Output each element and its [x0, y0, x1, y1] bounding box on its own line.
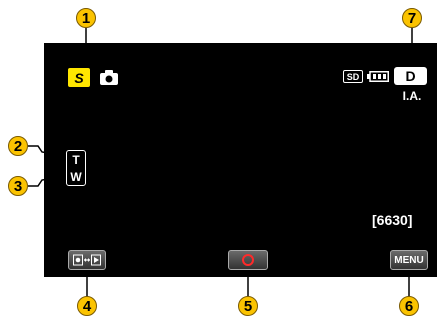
playback-switch-icon	[73, 254, 101, 266]
battery-icon	[367, 71, 389, 82]
intelligent-auto-label: I.A.	[402, 89, 422, 103]
zoom-tele-button[interactable]: T	[67, 151, 85, 168]
zoom-control: T W	[66, 150, 86, 186]
zoom-wide-button[interactable]: W	[67, 168, 85, 185]
callout-2: 2	[8, 136, 28, 156]
callout-5: 5	[238, 296, 258, 316]
callout-7: 7	[402, 8, 422, 28]
still-camera-icon	[100, 70, 118, 85]
callout-4: 4	[77, 296, 97, 316]
remaining-shots-counter: [6630]	[372, 212, 413, 228]
callout-1: 1	[76, 8, 96, 28]
callout-6: 6	[399, 296, 419, 316]
playback-switch-button[interactable]	[68, 250, 106, 270]
record-icon	[242, 254, 254, 266]
sd-card-icon: SD	[343, 70, 363, 83]
recording-mode-button[interactable]: D	[394, 67, 427, 85]
callout-3: 3	[8, 176, 28, 196]
record-button[interactable]	[228, 250, 268, 270]
menu-button[interactable]: MENU	[390, 250, 428, 270]
silent-mode-icon: S	[68, 68, 90, 87]
